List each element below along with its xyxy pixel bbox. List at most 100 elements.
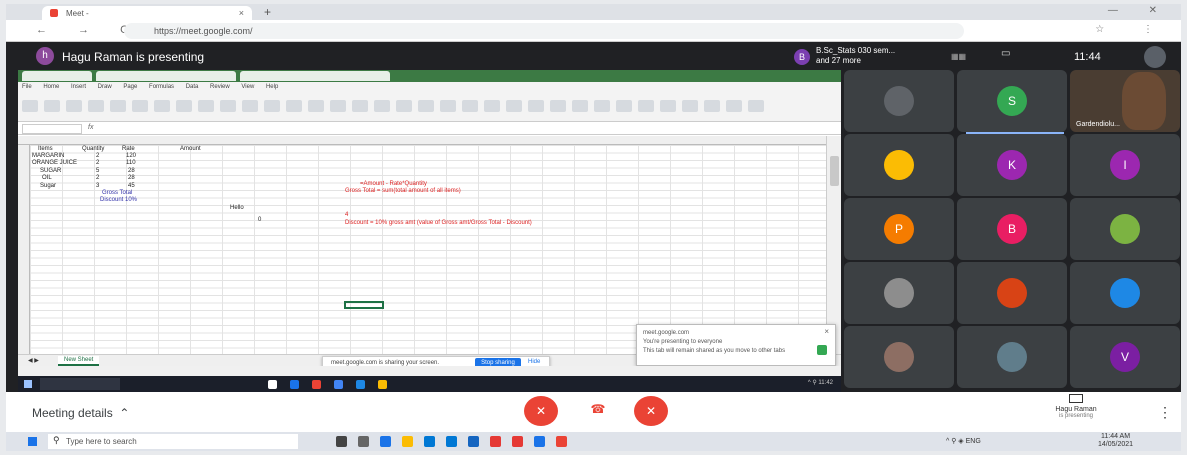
participant-avatar: [884, 342, 914, 372]
participant-tile[interactable]: [1070, 262, 1180, 324]
row-headers: [18, 145, 30, 354]
cell-gross-total[interactable]: Gross Total: [102, 190, 132, 196]
presenter-taskbar: ^ ⚲ 11:42: [18, 376, 841, 392]
participant-tile[interactable]: [844, 70, 954, 132]
cell-header-amount[interactable]: Amount: [180, 146, 201, 152]
self-avatar[interactable]: [1144, 46, 1166, 68]
address-bar-row: ← → C ⌂ https://meet.google.com/ ☆ ⋮: [6, 20, 1181, 42]
cell-qty[interactable]: 2: [96, 175, 99, 181]
participant-tile[interactable]: K: [957, 134, 1067, 196]
windows-start-icon: [24, 380, 32, 388]
meeting-details-label: Meeting details: [32, 406, 113, 420]
presenter-avatar: h: [36, 47, 54, 65]
cell-hello[interactable]: Hello: [230, 205, 244, 211]
name-box[interactable]: [22, 124, 82, 134]
cell-item[interactable]: MARGARIN: [32, 153, 64, 159]
sheet-tab-new[interactable]: New Sheet: [58, 356, 100, 366]
cell-rate[interactable]: 28: [128, 168, 135, 174]
search-icon: ⚲: [53, 435, 60, 445]
browser-tab[interactable]: Meet - ×: [42, 6, 252, 20]
participant-avatar: [884, 86, 914, 116]
chevron-up-icon: ⌃: [116, 406, 130, 420]
vertical-scrollbar[interactable]: [826, 136, 841, 354]
cell-header-rate[interactable]: Rate: [122, 146, 135, 152]
participant-tile[interactable]: [1070, 198, 1180, 260]
excel-tab[interactable]: [240, 71, 390, 81]
participant-avatar: I: [1110, 150, 1140, 180]
taskbar-clock[interactable]: 11:44 AM 14/05/2021: [1098, 433, 1133, 449]
presenter-label: Hagu Raman is presenting: [62, 50, 205, 64]
participants-label[interactable]: B.Sc_Stats 030 sem... and 27 more: [816, 46, 896, 66]
excel-tab[interactable]: [22, 71, 92, 81]
new-tab-icon[interactable]: +: [264, 5, 271, 19]
screen: Meet - × + — ✕ ← → C ⌂ https://meet.goog…: [6, 4, 1181, 451]
participant-grid: S Gardendiolu... K I P B V: [844, 70, 1181, 392]
window-controls[interactable]: — ✕: [1108, 5, 1171, 16]
cell-zero[interactable]: 0: [258, 217, 261, 223]
participant-tile[interactable]: B: [957, 198, 1067, 260]
system-tray[interactable]: ^ ⚲ ◈ ENG: [946, 437, 981, 445]
participant-tile[interactable]: [844, 262, 954, 324]
speaking-indicator: [966, 132, 1064, 134]
browser-tab-strip: Meet - × + — ✕: [6, 4, 1181, 20]
excel-menu[interactable]: File Home Insert Draw Page Formulas Data…: [22, 84, 278, 90]
participant-tile[interactable]: [844, 326, 954, 388]
cell-rate[interactable]: 45: [128, 183, 135, 189]
cell-item[interactable]: OIL: [42, 175, 52, 181]
participant-video: [1122, 72, 1166, 130]
excel-ribbon: File Home Insert Draw Page Formulas Data…: [18, 82, 841, 122]
ribbon-tools[interactable]: [22, 96, 837, 118]
participant-avatar: [1110, 214, 1140, 244]
meeting-details-button[interactable]: Meeting details ⌃: [32, 406, 129, 420]
cell-rate[interactable]: 110: [126, 160, 136, 166]
presenting-status[interactable]: Hagu Raman is presenting: [1046, 394, 1106, 430]
presenter-tray: ^ ⚲ 11:42: [807, 380, 833, 386]
participant-tile[interactable]: S: [957, 70, 1067, 132]
more-options-icon[interactable]: ⋮: [1158, 404, 1172, 421]
mic-off-button[interactable]: ✕: [524, 396, 558, 426]
camera-off-button[interactable]: ✕: [634, 396, 668, 426]
participant-tile[interactable]: [957, 326, 1067, 388]
meeting-clock: 11:44: [1074, 51, 1101, 63]
cell-area[interactable]: Items Quantity Rate Amount MARGARIN ORAN…: [30, 145, 826, 354]
shared-screen: File Home Insert Draw Page Formulas Data…: [18, 70, 841, 392]
captions-icon[interactable]: ▭: [1001, 48, 1010, 59]
close-tab-icon[interactable]: ×: [239, 8, 244, 18]
extensions-icons[interactable]: ☆ ⋮: [1095, 24, 1171, 35]
cell-item[interactable]: ORANGE JUICE: [32, 160, 77, 166]
participant-tile[interactable]: [957, 262, 1067, 324]
windows-start-icon[interactable]: [28, 437, 37, 446]
excel-status-bar: [18, 366, 841, 376]
participant-tile[interactable]: I: [1070, 134, 1180, 196]
cell-qty[interactable]: 3: [96, 183, 99, 189]
cell-four[interactable]: 4: [345, 212, 348, 218]
note-discount-formula[interactable]: Discount = 10% gross amt (value of Gross…: [345, 220, 532, 226]
participant-tile[interactable]: Gardendiolu...: [1070, 70, 1180, 132]
cell-item[interactable]: SUGAR: [40, 168, 61, 174]
selected-cell[interactable]: [344, 301, 384, 309]
fx-icon: fx: [88, 124, 94, 131]
layout-icon[interactable]: ▦▦: [951, 46, 991, 66]
participant-tile[interactable]: P: [844, 198, 954, 260]
note-amount-formula[interactable]: =Amount - Rate*Quantity: [360, 181, 427, 187]
cell-item[interactable]: Sugar: [40, 183, 56, 189]
participant-avatar: P: [884, 214, 914, 244]
cell-header-quantity[interactable]: Quantity: [82, 146, 104, 152]
participant-tile[interactable]: V: [1070, 326, 1180, 388]
participant-tile[interactable]: [844, 134, 954, 196]
taskbar-search[interactable]: ⚲ Type here to search: [48, 434, 298, 449]
cell-rate[interactable]: 120: [126, 153, 136, 159]
close-icon[interactable]: ×: [824, 327, 829, 336]
hide-button[interactable]: Hide: [528, 359, 540, 365]
cell-rate[interactable]: 28: [128, 175, 135, 181]
cell-qty[interactable]: 2: [96, 153, 99, 159]
cell-qty[interactable]: 5: [96, 168, 99, 174]
excel-tab[interactable]: [96, 71, 236, 81]
cell-discount[interactable]: Discount 10%: [100, 197, 137, 203]
sheet-nav-icon[interactable]: ◀ ▶: [22, 356, 45, 365]
hang-up-button[interactable]: ☎: [584, 402, 612, 420]
cell-header-items[interactable]: Items: [38, 146, 53, 152]
url-field[interactable]: https://meet.google.com/: [124, 23, 964, 39]
note-gross-formula[interactable]: Gross Total = sum(total amount of all it…: [345, 188, 461, 194]
cell-qty[interactable]: 2: [96, 160, 99, 166]
